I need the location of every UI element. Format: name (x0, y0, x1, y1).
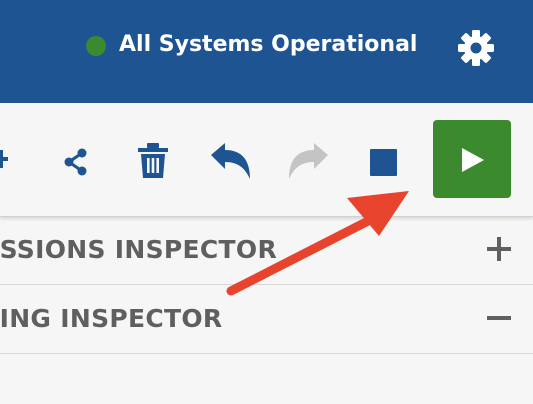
inspector-title: ISSIONS INSPECTOR (0, 235, 278, 264)
plus-icon[interactable] (0, 148, 14, 170)
inspector-title: IING INSPECTOR (0, 304, 223, 333)
plus-icon[interactable] (487, 237, 511, 261)
editor-toolbar (0, 103, 533, 217)
permissions-inspector-row[interactable]: ISSIONS INSPECTOR (0, 216, 533, 285)
minus-icon[interactable] (487, 306, 511, 330)
play-icon (462, 148, 484, 172)
stop-icon[interactable] (370, 149, 397, 176)
trash-icon[interactable] (137, 143, 169, 179)
undo-icon[interactable] (209, 141, 253, 181)
top-header: All Systems Operational (0, 0, 533, 103)
redo-icon[interactable] (286, 141, 330, 181)
gear-icon[interactable] (456, 28, 496, 68)
status-indicator (86, 36, 106, 56)
run-button[interactable] (433, 120, 511, 198)
share-icon[interactable] (62, 148, 90, 176)
timing-inspector-row[interactable]: IING INSPECTOR (0, 285, 533, 354)
system-status-text: All Systems Operational (119, 32, 418, 57)
